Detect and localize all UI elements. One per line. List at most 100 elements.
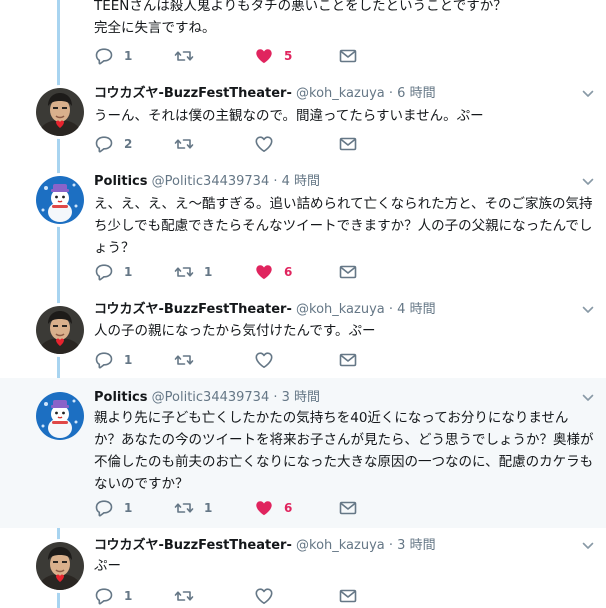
envelope-icon: [338, 46, 358, 66]
envelope-icon: [338, 586, 358, 606]
tweet-text: え、え、え、え～酷すぎる。追い詰められて亡くなられた方と、そのご家族の気持ち少し…: [94, 196, 593, 256]
tweet-0[interactable]: TEENさんは殺人鬼よりもタチの悪いことをしたということですか？ 完全に失言です…: [0, 0, 606, 74]
tweet-actions: 2: [94, 134, 394, 154]
tweet-2[interactable]: Politics @Politic34439734 · 4 時間 え、え、え、え…: [0, 162, 606, 292]
reply-count: 1: [124, 353, 133, 367]
reply-icon: [94, 586, 114, 606]
like-button[interactable]: 6: [254, 262, 292, 282]
timestamp-separator: ·: [273, 174, 278, 189]
like-count: 6: [284, 265, 293, 279]
tweet-actions: 1 5: [94, 46, 394, 66]
like-button[interactable]: 6: [254, 498, 292, 518]
avatar[interactable]: [36, 176, 84, 224]
heart-icon: [254, 262, 274, 282]
avatar[interactable]: [36, 88, 84, 136]
chevron-down-icon[interactable]: [582, 178, 594, 186]
reply-count: 1: [124, 501, 133, 515]
heart-icon: [254, 350, 274, 370]
reply-button[interactable]: 2: [94, 134, 132, 154]
heart-icon: [254, 46, 274, 66]
timestamp-separator: ·: [388, 86, 394, 101]
avatar[interactable]: [36, 392, 84, 440]
reply-count: 1: [124, 265, 133, 279]
reply-count: 2: [124, 137, 133, 151]
reply-icon: [94, 46, 114, 66]
user-handle[interactable]: @koh_kazuya: [296, 538, 385, 553]
direct-message-button[interactable]: [338, 350, 358, 370]
tweet-3[interactable]: コウカズヤ-BuzzFestTheater- @koh_kazuya · 4 時…: [0, 292, 606, 378]
direct-message-button[interactable]: [338, 498, 358, 518]
tweet-1[interactable]: コウカズヤ-BuzzFestTheater- @koh_kazuya · 6 時…: [0, 74, 606, 162]
reply-icon: [94, 134, 114, 154]
timestamp[interactable]: 6 時間: [397, 86, 435, 101]
tweet-actions: 1 1 6: [94, 498, 394, 518]
user-handle[interactable]: @koh_kazuya: [296, 86, 385, 101]
like-button[interactable]: [254, 350, 274, 370]
display-name[interactable]: Politics: [94, 174, 148, 189]
reply-icon: [94, 262, 114, 282]
retweet-icon: [174, 46, 194, 66]
reply-button[interactable]: 1: [94, 498, 132, 518]
user-handle[interactable]: @Politic34439734: [152, 174, 270, 189]
retweet-icon: [174, 586, 194, 606]
tweet-actions: 1 1 6: [94, 262, 394, 282]
tweet-text: TEENさんは殺人鬼よりもタチの悪いことをしたということですか？ 完全に失言です…: [94, 0, 507, 36]
timestamp-separator: ·: [273, 390, 278, 405]
retweet-count: 1: [204, 501, 213, 515]
tweet-text: うーん、それは僕の主観なので。間違ってたらすいません。ぷー: [94, 108, 484, 124]
reply-count: 1: [124, 589, 133, 603]
tweet-header: コウカズヤ-BuzzFestTheater- @koh_kazuya · 3 時…: [94, 536, 436, 556]
retweet-button[interactable]: [174, 350, 194, 370]
reply-button[interactable]: 1: [94, 350, 132, 370]
avatar[interactable]: [36, 542, 84, 590]
retweet-button[interactable]: 1: [174, 498, 212, 518]
retweet-icon: [174, 134, 194, 154]
display-name[interactable]: コウカズヤ-BuzzFestTheater-: [94, 302, 292, 317]
timestamp[interactable]: 3 時間: [397, 538, 435, 553]
reply-count: 1: [124, 49, 133, 63]
like-button[interactable]: [254, 586, 274, 606]
direct-message-button[interactable]: [338, 134, 358, 154]
like-button[interactable]: 5: [254, 46, 292, 66]
retweet-button[interactable]: 1: [174, 262, 212, 282]
like-button[interactable]: [254, 134, 274, 154]
chevron-down-icon[interactable]: [582, 306, 594, 314]
user-handle[interactable]: @koh_kazuya: [296, 302, 385, 317]
tweet-text: 人の子の親になったから気付けたんです。ぷー: [94, 323, 376, 339]
reply-icon: [94, 498, 114, 518]
heart-icon: [254, 586, 274, 606]
timestamp[interactable]: 3 時間: [282, 390, 320, 405]
like-count: 5: [284, 49, 293, 63]
tweet-5[interactable]: コウカズヤ-BuzzFestTheater- @koh_kazuya · 3 時…: [0, 528, 606, 608]
user-handle[interactable]: @Politic34439734: [152, 390, 270, 405]
display-name[interactable]: コウカズヤ-BuzzFestTheater-: [94, 538, 292, 553]
reply-icon: [94, 350, 114, 370]
timestamp[interactable]: 4 時間: [397, 302, 435, 317]
retweet-button[interactable]: [174, 586, 194, 606]
chevron-down-icon[interactable]: [582, 394, 594, 402]
tweet-header: コウカズヤ-BuzzFestTheater- @koh_kazuya · 6 時…: [94, 84, 436, 104]
tweet-header: Politics @Politic34439734 · 4 時間: [94, 172, 320, 192]
display-name[interactable]: コウカズヤ-BuzzFestTheater-: [94, 86, 292, 101]
reply-button[interactable]: 1: [94, 586, 132, 606]
tweet-4[interactable]: Politics @Politic34439734 · 3 時間 親より先に子ど…: [0, 378, 606, 528]
direct-message-button[interactable]: [338, 586, 358, 606]
tweet-actions: 1: [94, 350, 394, 370]
envelope-icon: [338, 134, 358, 154]
tweet-text: 親より先に子ども亡くしたかたの気持ちを40近くになってお分りになりませんか？あな…: [94, 410, 594, 492]
direct-message-button[interactable]: [338, 46, 358, 66]
direct-message-button[interactable]: [338, 262, 358, 282]
timestamp[interactable]: 4 時間: [282, 174, 320, 189]
retweet-button[interactable]: [174, 46, 204, 66]
envelope-icon: [338, 350, 358, 370]
chevron-down-icon[interactable]: [582, 542, 594, 550]
avatar[interactable]: [36, 306, 84, 354]
retweet-icon: [174, 498, 194, 518]
reply-button[interactable]: 1: [94, 262, 132, 282]
chevron-down-icon[interactable]: [582, 90, 594, 98]
retweet-icon: [174, 350, 194, 370]
display-name[interactable]: Politics: [94, 390, 148, 405]
retweet-button[interactable]: [174, 134, 194, 154]
reply-button[interactable]: 1: [94, 46, 132, 66]
timestamp-separator: ·: [388, 302, 394, 317]
